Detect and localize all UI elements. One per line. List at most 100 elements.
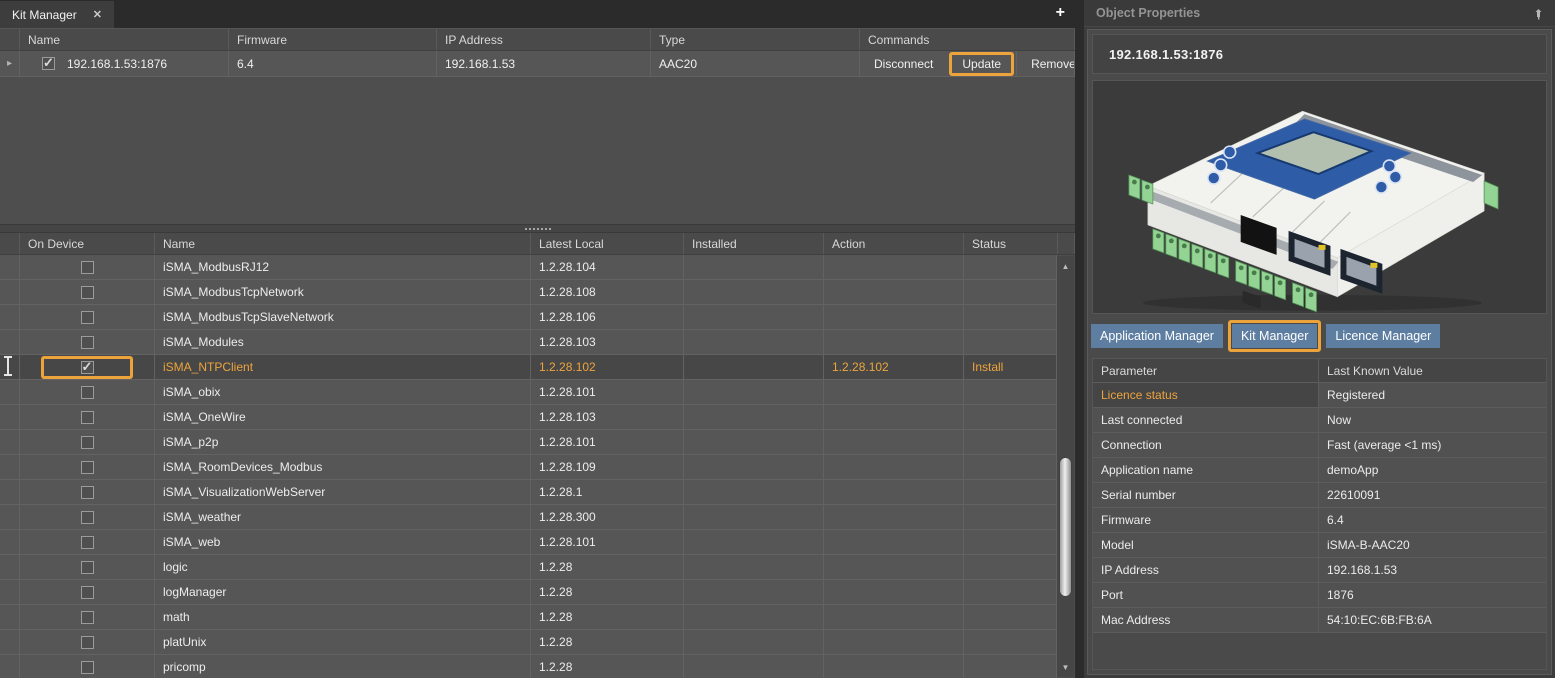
row-header-column	[0, 233, 20, 254]
kit-row[interactable]: ✓ iSMA_ModbusTcpNetwork 1.2.28.108	[0, 280, 1057, 305]
column-header-firmware[interactable]: Firmware	[229, 29, 437, 50]
kit-row[interactable]: ✓ iSMA_weather 1.2.28.300	[0, 505, 1057, 530]
property-row[interactable]: Last connected Now	[1093, 408, 1546, 433]
vertical-scrollbar[interactable]: ▲ ▼	[1057, 256, 1074, 677]
application-manager-button[interactable]: Application Manager	[1091, 324, 1223, 348]
property-name[interactable]: Port	[1093, 583, 1319, 607]
pin-icon[interactable]	[1532, 7, 1545, 20]
kit-name: logic	[155, 555, 531, 579]
update-command[interactable]: Update	[952, 55, 1011, 73]
kit-row[interactable]: ✓ iSMA_Modules 1.2.28.103	[0, 330, 1057, 355]
property-row[interactable]: Mac Address 54:10:EC:6B:FB:6A	[1093, 608, 1546, 633]
property-name[interactable]: IP Address	[1093, 558, 1319, 582]
close-tab-icon[interactable]: ✕	[93, 8, 102, 21]
pane-splitter[interactable]	[0, 224, 1075, 233]
properties-empty-area	[1093, 633, 1546, 669]
property-name[interactable]: Serial number	[1093, 483, 1319, 507]
property-name[interactable]: Connection	[1093, 433, 1319, 457]
kit-status	[964, 505, 1057, 529]
on-device-checkbox[interactable]: ✓	[80, 335, 94, 349]
properties-table: Parameter Last Known Value Licence statu…	[1092, 358, 1547, 670]
property-row[interactable]: Serial number 22610091	[1093, 483, 1546, 508]
kit-row[interactable]: ✓ iSMA_RoomDevices_Modbus 1.2.28.109	[0, 455, 1057, 480]
row-header-cell	[0, 305, 20, 329]
kit-row[interactable]: ✓ logManager 1.2.28	[0, 580, 1057, 605]
on-device-checkbox[interactable]: ✓	[80, 635, 94, 649]
column-header-name[interactable]: Name	[155, 233, 531, 254]
kit-latest-local: 1.2.28.103	[531, 330, 684, 354]
property-row[interactable]: Connection Fast (average <1 ms)	[1093, 433, 1546, 458]
column-header-type[interactable]: Type	[651, 29, 860, 50]
on-device-checkbox[interactable]: ✓	[80, 560, 94, 574]
column-header-latest-local[interactable]: Latest Local	[531, 233, 684, 254]
kit-row[interactable]: ✓ iSMA_NTPClient 1.2.28.102 1.2.28.102 I…	[0, 355, 1057, 380]
kit-manager-button[interactable]: Kit Manager	[1231, 324, 1318, 348]
kit-row[interactable]: ✓ math 1.2.28	[0, 605, 1057, 630]
kit-latest-local: 1.2.28	[531, 630, 684, 654]
row-header-cell	[0, 530, 20, 554]
on-device-checkbox[interactable]: ✓	[80, 260, 94, 274]
property-row[interactable]: Licence status Registered	[1093, 383, 1546, 408]
checkbox-highlight-box: ✓	[41, 256, 133, 279]
on-device-checkbox[interactable]: ✓	[80, 310, 94, 324]
on-device-checkbox[interactable]: ✓	[80, 285, 94, 299]
on-device-checkbox[interactable]: ✓	[80, 460, 94, 474]
tab-kit-manager[interactable]: Kit Manager ✕	[0, 1, 114, 28]
kit-row[interactable]: ✓ platUnix 1.2.28	[0, 630, 1057, 655]
property-row[interactable]: Model iSMA-B-AAC20	[1093, 533, 1546, 558]
property-row[interactable]: Application name demoApp	[1093, 458, 1546, 483]
kit-row[interactable]: ✓ iSMA_obix 1.2.28.101	[0, 380, 1057, 405]
row-header-cell	[0, 605, 20, 629]
device-row[interactable]: ▸ ✓ 192.168.1.53:1876 6.4 192.168.1.53 A…	[0, 51, 1075, 77]
scroll-up-icon[interactable]: ▲	[1057, 258, 1074, 274]
property-name[interactable]: Application name	[1093, 458, 1319, 482]
kit-installed	[684, 255, 824, 279]
licence-manager-button[interactable]: Licence Manager	[1326, 324, 1441, 348]
add-tab-icon[interactable]: +	[1056, 5, 1065, 21]
property-name[interactable]: Firmware	[1093, 508, 1319, 532]
on-device-checkbox[interactable]: ✓	[80, 660, 94, 674]
kit-installed	[684, 580, 824, 604]
on-device-checkbox[interactable]: ✓	[80, 385, 94, 399]
column-header-ip-address[interactable]: IP Address	[437, 29, 651, 50]
on-device-checkbox[interactable]: ✓	[80, 510, 94, 524]
on-device-checkbox[interactable]: ✓	[80, 585, 94, 599]
kit-row[interactable]: ✓ logic 1.2.28	[0, 555, 1057, 580]
column-header-commands[interactable]: Commands	[860, 29, 1075, 50]
kit-row[interactable]: ✓ iSMA_ModbusRJ12 1.2.28.104	[0, 255, 1057, 280]
kit-row[interactable]: ✓ iSMA_web 1.2.28.101	[0, 530, 1057, 555]
kit-latest-local: 1.2.28.103	[531, 405, 684, 429]
on-device-checkbox[interactable]: ✓	[80, 435, 94, 449]
checkbox-highlight-box: ✓	[41, 606, 133, 629]
on-device-checkbox[interactable]: ✓	[80, 410, 94, 424]
property-row[interactable]: Port 1876	[1093, 583, 1546, 608]
on-device-checkbox[interactable]: ✓	[80, 535, 94, 549]
remove-command[interactable]: Remove	[1016, 51, 1074, 76]
kit-row[interactable]: ✓ iSMA_OneWire 1.2.28.103	[0, 405, 1057, 430]
disconnect-command[interactable]: Disconnect	[860, 51, 947, 76]
column-header-action[interactable]: Action	[824, 233, 964, 254]
property-name[interactable]: Mac Address	[1093, 608, 1319, 632]
column-header-on-device[interactable]: On Device	[20, 233, 155, 254]
kit-row[interactable]: ✓ iSMA_VisualizationWebServer 1.2.28.1	[0, 480, 1057, 505]
on-device-checkbox[interactable]: ✓	[80, 485, 94, 499]
property-row[interactable]: Firmware 6.4	[1093, 508, 1546, 533]
on-device-checkbox[interactable]: ✓	[80, 359, 94, 374]
kit-row[interactable]: ✓ pricomp 1.2.28	[0, 655, 1057, 678]
on-device-checkbox[interactable]: ✓	[80, 610, 94, 624]
kit-row[interactable]: ✓ iSMA_p2p 1.2.28.101	[0, 430, 1057, 455]
column-header-status[interactable]: Status	[964, 233, 1058, 254]
property-name[interactable]: Last connected	[1093, 408, 1319, 432]
property-name[interactable]: Model	[1093, 533, 1319, 557]
row-expander[interactable]: ▸	[0, 51, 20, 76]
property-name[interactable]: Licence status	[1093, 383, 1319, 407]
column-header-name[interactable]: Name	[20, 29, 229, 50]
property-row[interactable]: IP Address 192.168.1.53	[1093, 558, 1546, 583]
kit-latest-local: 1.2.28.109	[531, 455, 684, 479]
kit-row[interactable]: ✓ iSMA_ModbusTcpSlaveNetwork 1.2.28.106	[0, 305, 1057, 330]
column-header-installed[interactable]: Installed	[684, 233, 824, 254]
device-checkbox[interactable]: ✓	[42, 55, 55, 70]
kit-installed	[684, 605, 824, 629]
scroll-down-icon[interactable]: ▼	[1057, 659, 1074, 675]
scrollbar-thumb[interactable]	[1060, 458, 1071, 596]
